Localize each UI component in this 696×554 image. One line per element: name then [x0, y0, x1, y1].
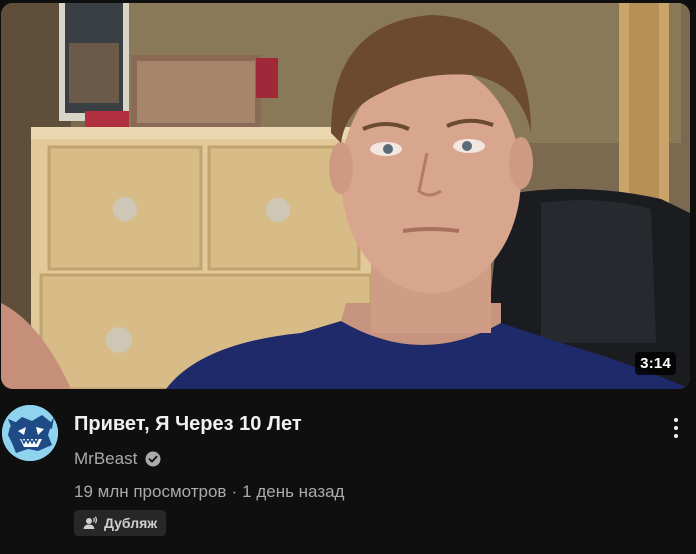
- view-count: 19 млн просмотров: [74, 482, 227, 501]
- duration-badge: 3:14: [635, 352, 676, 375]
- video-card[interactable]: 3:14 Привет, Я Через 10 Лет MrBeast 19 м…: [0, 0, 696, 554]
- dubbing-badge: Дубляж: [74, 510, 167, 536]
- channel-avatar[interactable]: [2, 405, 58, 461]
- dubbing-label: Дубляж: [104, 515, 158, 531]
- channel-name[interactable]: MrBeast: [74, 448, 137, 470]
- meta-separator: ·: [231, 482, 238, 501]
- video-thumbnail[interactable]: 3:14: [1, 3, 690, 389]
- mrbeast-logo-icon: [2, 405, 58, 461]
- channel-row: MrBeast: [74, 448, 161, 470]
- video-title[interactable]: Привет, Я Через 10 Лет: [74, 411, 302, 437]
- dubbing-icon: [83, 516, 98, 529]
- more-vertical-icon: [674, 418, 678, 422]
- more-options-button[interactable]: [664, 412, 688, 444]
- upload-age: 1 день назад: [242, 482, 345, 501]
- thumbnail-image: [1, 3, 690, 389]
- video-metadata: 19 млн просмотров · 1 день назад: [74, 481, 344, 503]
- verified-check-icon: [145, 451, 161, 467]
